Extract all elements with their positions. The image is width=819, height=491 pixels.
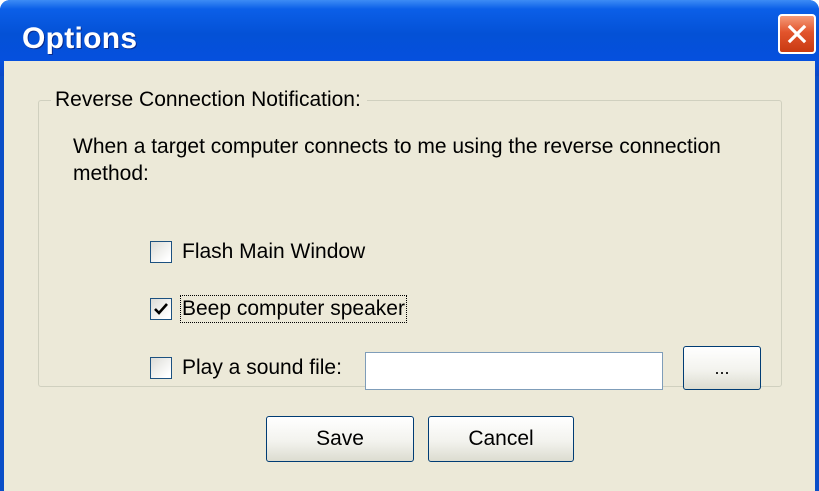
reverse-connection-group: Reverse Connection Notification: When a … (38, 88, 782, 390)
options-dialog: Options Reverse Connection Notification:… (0, 0, 819, 491)
play-sound-file-label: Play a sound file: (182, 356, 342, 379)
close-icon (787, 24, 807, 44)
close-button[interactable] (778, 14, 816, 54)
dialog-client-area: Reverse Connection Notification: When a … (4, 61, 815, 491)
cancel-button[interactable]: Cancel (428, 416, 574, 462)
flash-main-window-label: Flash Main Window (182, 240, 366, 263)
group-description: When a target computer connects to me us… (73, 135, 721, 185)
checkmark-icon (154, 303, 168, 315)
flash-main-window-checkbox[interactable] (150, 241, 172, 263)
play-sound-file-checkbox[interactable] (150, 357, 172, 379)
sound-file-path-input[interactable] (365, 352, 663, 390)
window-title: Options (22, 22, 138, 55)
browse-sound-file-button[interactable]: ... (683, 346, 761, 390)
beep-computer-speaker-label: Beep computer speaker (180, 295, 407, 323)
group-label: Reverse Connection Notification: (51, 88, 367, 112)
save-button[interactable]: Save (266, 416, 414, 462)
beep-computer-speaker-checkbox[interactable] (150, 298, 172, 320)
